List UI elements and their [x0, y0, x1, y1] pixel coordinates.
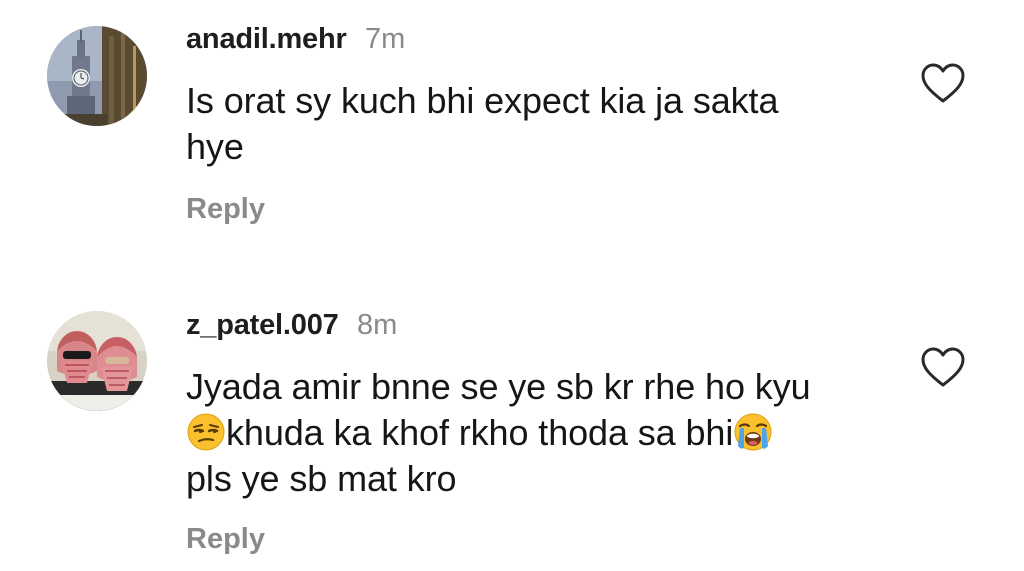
like-button[interactable] [920, 62, 966, 104]
loudly-crying-face-emoji [733, 412, 773, 452]
comment-text-line: pls ye sb mat kro [186, 458, 457, 499]
comment-text-line: Jyada amir bnne se ye sb kr rhe ho kyu [186, 366, 811, 407]
comment-header: anadil.mehr 7m [186, 22, 405, 56]
username[interactable]: z_patel.007 [186, 309, 339, 341]
unamused-face-emoji [186, 412, 226, 452]
avatar[interactable] [47, 26, 147, 126]
comment-header: z_patel.007 8m [186, 308, 397, 342]
comment-text: Is orat sy kuch bhi expect kia ja sakta … [186, 78, 886, 170]
two-people-avatar-image [47, 311, 147, 411]
like-button[interactable] [920, 346, 966, 388]
comment-item: anadil.mehr 7m Is orat sy kuch bhi expec… [0, 0, 1024, 260]
comment-text: Jyada amir bnne se ye sb kr rhe ho kyu k… [186, 364, 886, 502]
heart-outline-icon [921, 347, 965, 387]
avatar[interactable] [47, 311, 147, 411]
clock-tower-avatar-image [47, 26, 147, 126]
comment-text-line: khuda ka khof rkho thoda sa bhi [186, 410, 886, 456]
comment-text-line: hye [186, 126, 244, 167]
timestamp: 7m [365, 23, 406, 55]
reply-button[interactable]: Reply [186, 193, 265, 226]
comment-text-line: Is orat sy kuch bhi expect kia ja sakta [186, 80, 779, 121]
comment-item: z_patel.007 8m Jyada amir bnne se ye sb … [0, 290, 1024, 571]
comment-text-segment: khuda ka khof rkho thoda sa bhi [226, 412, 734, 453]
timestamp: 8m [357, 309, 398, 341]
username[interactable]: anadil.mehr [186, 23, 347, 55]
heart-outline-icon [921, 63, 965, 103]
reply-button[interactable]: Reply [186, 523, 265, 556]
